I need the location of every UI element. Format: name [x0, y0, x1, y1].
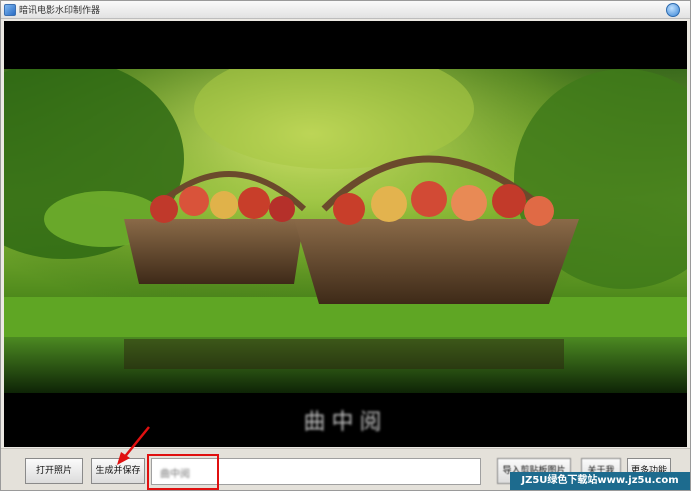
generate-save-button[interactable]: 生成并保存: [91, 458, 145, 484]
close-icon[interactable]: [666, 3, 680, 17]
preview-photo: [4, 69, 687, 393]
site-watermark: JZ5U绿色下载站www.jz5u.com: [510, 472, 690, 490]
app-icon: [4, 4, 16, 16]
preview-area: 曲中阅: [4, 21, 687, 447]
watermark-text-input[interactable]: 曲中阅: [151, 458, 481, 485]
open-photo-button[interactable]: 打开照片: [25, 458, 83, 484]
app-window: 暗讯电影水印制作器 曲中阅 打开照片 生成并保存 曲中阅 导入剪贴板图片 关于我…: [0, 0, 691, 491]
watermark-caption: 曲中阅: [303, 410, 388, 435]
watermark-text-value: 曲中阅: [160, 469, 190, 480]
window-title: 暗讯电影水印制作器: [19, 6, 101, 16]
title-bar: 暗讯电影水印制作器: [1, 1, 690, 19]
photo-illustration: [4, 69, 687, 393]
